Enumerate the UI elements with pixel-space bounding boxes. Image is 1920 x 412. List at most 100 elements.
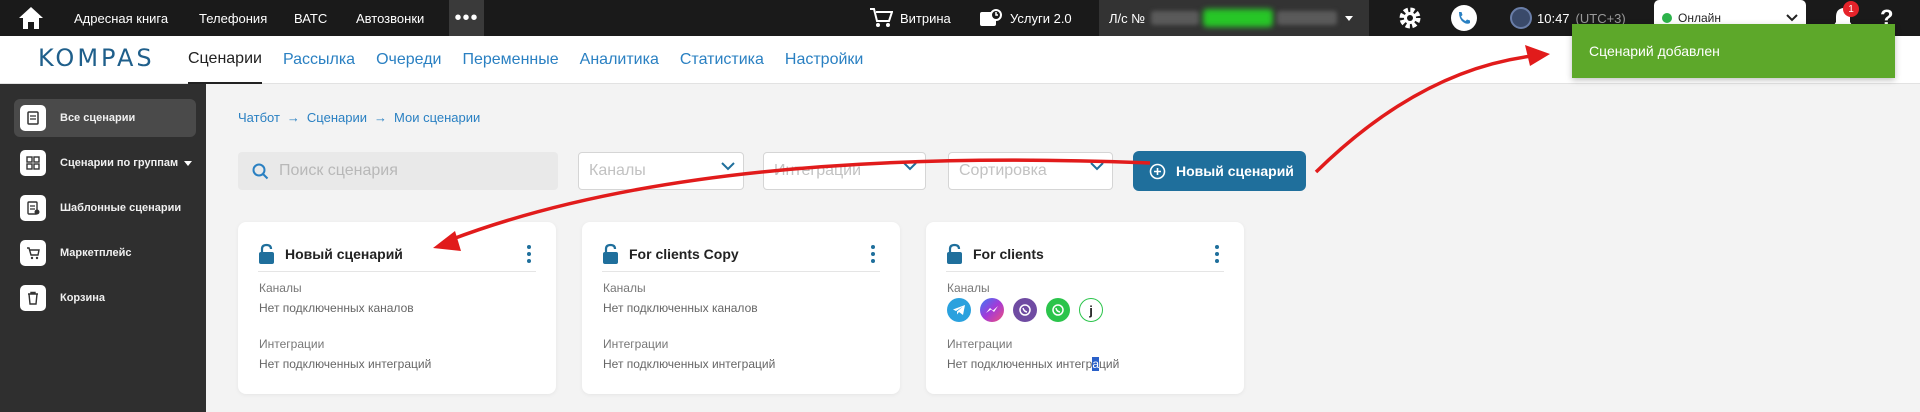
- services-icon: [980, 9, 1002, 26]
- channels-filter[interactable]: Каналы: [578, 152, 744, 190]
- nav-address-book[interactable]: Адресная книга: [74, 0, 168, 36]
- list-icon: [20, 105, 46, 131]
- account-prefix: Л/с №: [1109, 10, 1146, 26]
- template-icon: [20, 195, 46, 221]
- phone-button[interactable]: [1450, 0, 1478, 36]
- arrow-right-icon: →: [374, 110, 388, 125]
- viber-icon: [1013, 298, 1037, 322]
- integrations-value: Нет подключенных интеграций: [947, 357, 1119, 371]
- integrations-value-part: Нет подключенных интегр: [947, 357, 1093, 371]
- breadcrumb-scenarios[interactable]: Сценарии: [307, 110, 367, 125]
- new-scenario-button[interactable]: Новый сценарий: [1133, 151, 1306, 191]
- search-input[interactable]: [279, 162, 539, 180]
- tab-queues[interactable]: Очереди: [376, 36, 441, 84]
- sort-filter[interactable]: Сортировка: [948, 152, 1113, 190]
- jivo-icon: j: [1079, 298, 1103, 322]
- sidebar-item-label: Все сценарии: [60, 112, 136, 124]
- lock-icon: [947, 243, 962, 264]
- plus-circle-icon: [1149, 163, 1166, 179]
- caret-down-icon: [184, 160, 193, 166]
- chevron-down-icon: [1090, 162, 1104, 171]
- breadcrumb-my-scenarios[interactable]: Мои сценарии: [394, 110, 480, 125]
- showcase-label: Витрина: [900, 10, 951, 26]
- nav-vats[interactable]: ВАТС: [294, 0, 327, 36]
- new-scenario-label: Новый сценарий: [1176, 163, 1294, 179]
- breadcrumb: Чатбот → Сценарии → Мои сценарии: [238, 110, 480, 125]
- trash-icon: [20, 285, 46, 311]
- lock-icon: [259, 243, 274, 264]
- integrations-filter[interactable]: Интеграции: [763, 152, 926, 190]
- tab-statistics[interactable]: Статистика: [680, 36, 764, 84]
- channels-filter-label: Каналы: [589, 162, 646, 179]
- home-icon: [19, 7, 43, 29]
- caret-down-icon: [1345, 15, 1354, 21]
- account-name-redacted: [1277, 11, 1338, 25]
- breadcrumb-chatbot[interactable]: Чатбот: [238, 110, 280, 125]
- chevron-down-icon: [903, 162, 917, 171]
- integrations-label: Интеграции: [947, 337, 1013, 351]
- tabs: Сценарии Рассылка Очереди Переменные Ана…: [188, 36, 884, 84]
- online-dot-icon: [1662, 13, 1672, 23]
- sidebar-item-all[interactable]: Все сценарии: [14, 99, 196, 137]
- toast-message: Сценарий добавлен: [1589, 43, 1720, 59]
- sidebar-item-label: Сценарии по группам: [60, 157, 179, 169]
- grid-icon: [20, 150, 46, 176]
- status-value: Онлайн: [1678, 11, 1721, 25]
- account-selector[interactable]: Л/с №: [1099, 0, 1369, 36]
- kebab-menu-icon[interactable]: [1212, 244, 1222, 264]
- nav-telephony[interactable]: Телефония: [199, 0, 267, 36]
- messenger-icon: [980, 298, 1004, 322]
- home-button[interactable]: [0, 0, 62, 36]
- tab-analytics[interactable]: Аналитика: [580, 36, 659, 84]
- success-toast: Сценарий добавлен: [1572, 24, 1895, 78]
- clock-time: 10:47: [1537, 10, 1570, 26]
- cart-icon: [870, 8, 893, 27]
- sidebar-item-label: Маркетплейс: [60, 247, 132, 259]
- cart-icon: [20, 240, 46, 266]
- integrations-label: Интеграции: [259, 337, 325, 351]
- account-balance-redacted: [1203, 9, 1274, 27]
- account-number-redacted: [1151, 11, 1200, 25]
- card-header: For clients Copy: [602, 236, 880, 272]
- integrations-value: Нет подключенных интеграций: [259, 357, 432, 371]
- settings-button[interactable]: [1397, 0, 1423, 36]
- sidebar-item-marketplace[interactable]: Маркетплейс: [14, 234, 196, 272]
- tab-mailing[interactable]: Рассылка: [283, 36, 355, 84]
- integrations-value: Нет подключенных интеграций: [603, 357, 776, 371]
- chevron-down-icon: [1786, 14, 1798, 22]
- scenario-card[interactable]: For clients Copy Каналы Нет подключенных…: [582, 222, 900, 394]
- channel-icons: j: [947, 298, 1112, 322]
- nav-autocalls[interactable]: Автозвонки: [356, 0, 424, 36]
- gear-icon: [1399, 7, 1421, 29]
- tab-settings[interactable]: Настройки: [785, 36, 863, 84]
- sidebar-item-trash[interactable]: Корзина: [14, 279, 196, 317]
- channels-label: Каналы: [603, 281, 646, 295]
- search-box: [238, 152, 558, 190]
- sidebar-item-templates[interactable]: Шаблонные сценарии: [14, 189, 196, 227]
- tab-variables[interactable]: Переменные: [462, 36, 558, 84]
- kebab-menu-icon[interactable]: [524, 244, 534, 264]
- sidebar-item-groups[interactable]: Сценарии по группам: [14, 144, 196, 182]
- integrations-label: Интеграции: [603, 337, 669, 351]
- sidebar-item-label: Шаблонные сценарии: [60, 202, 182, 214]
- integrations-filter-label: Интеграции: [774, 162, 862, 179]
- scenario-card[interactable]: Новый сценарий Каналы Нет подключенных к…: [238, 222, 556, 394]
- tab-scenarios[interactable]: Сценарии: [188, 36, 262, 84]
- services-link[interactable]: Услуги 2.0: [979, 0, 1072, 36]
- channels-value: Нет подключенных каналов: [603, 301, 758, 315]
- channels-label: Каналы: [947, 281, 990, 295]
- sidebar: Все сценарии Сценарии по группам Шаблонн…: [0, 84, 206, 412]
- services-label: Услуги 2.0: [1010, 10, 1072, 26]
- card-header: For clients: [946, 236, 1224, 272]
- telegram-icon: [947, 298, 971, 322]
- channels-value: Нет подключенных каналов: [259, 301, 414, 315]
- whatsapp-icon: [1046, 298, 1070, 322]
- scenario-card[interactable]: For clients Каналы j Интеграции Нет подк…: [926, 222, 1244, 394]
- kebab-menu-icon[interactable]: [868, 244, 878, 264]
- sidebar-item-label: Корзина: [60, 292, 105, 304]
- chevron-down-icon: [721, 162, 735, 171]
- showcase-link[interactable]: Витрина: [869, 0, 951, 36]
- logo: KOMPAS: [38, 44, 155, 72]
- more-button[interactable]: •••: [449, 0, 484, 36]
- avatar[interactable]: [1510, 7, 1532, 29]
